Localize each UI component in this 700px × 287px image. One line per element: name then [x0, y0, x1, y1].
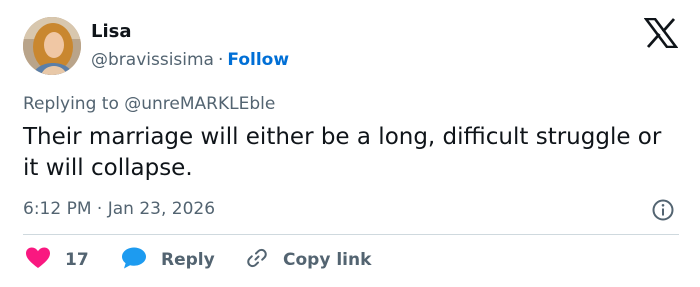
- avatar[interactable]: [23, 17, 81, 75]
- author-name[interactable]: Lisa: [91, 21, 132, 43]
- avatar-image: [23, 17, 81, 75]
- follow-button[interactable]: Follow: [227, 50, 289, 70]
- copy-link-button[interactable]: Copy link: [245, 246, 371, 274]
- handle-row: @bravissisima · Follow: [91, 49, 289, 71]
- copy-link-label: Copy link: [283, 250, 372, 270]
- like-button[interactable]: 17: [25, 246, 89, 274]
- tweet-text: Their marriage will either be a long, di…: [23, 124, 662, 181]
- timestamp[interactable]: 6:12 PM · Jan 23, 2026: [23, 198, 215, 220]
- like-count: 17: [65, 250, 89, 270]
- reply-label: Reply: [161, 250, 215, 270]
- replying-mention[interactable]: @unreMARKLEble: [124, 94, 275, 114]
- speech-bubble-icon: [121, 246, 147, 275]
- divider: [23, 234, 679, 235]
- reply-button[interactable]: Reply: [121, 246, 215, 274]
- link-icon: [245, 246, 269, 275]
- x-logo-icon[interactable]: [643, 17, 679, 49]
- replying-prefix: Replying to: [23, 94, 125, 114]
- author-handle[interactable]: @bravissisima: [91, 50, 214, 70]
- heart-icon: [25, 246, 51, 275]
- info-icon[interactable]: [651, 198, 675, 222]
- tweet-card: Lisa @bravissisima · Follow Replying to @u…: [0, 0, 700, 287]
- separator-dot: ·: [217, 50, 224, 70]
- replying-to: Replying to @unreMARKLEble: [23, 93, 275, 115]
- action-bar: 17 Reply Copy link: [23, 246, 679, 274]
